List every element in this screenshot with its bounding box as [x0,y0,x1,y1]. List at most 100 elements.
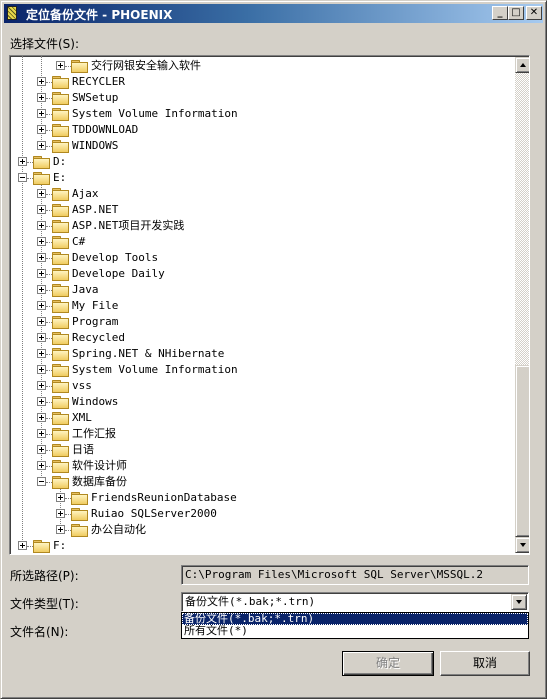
selected-path-label: 所选路径(P): [10,569,79,583]
tree-item-label: System Volume Information [72,107,238,120]
expand-icon[interactable] [37,301,46,310]
minimize-button[interactable]: _ [492,6,508,20]
expand-icon[interactable] [56,493,65,502]
folder-icon [33,172,50,185]
tree-item[interactable]: D: [10,154,510,170]
folder-icon [52,92,69,105]
vertical-scrollbar[interactable] [515,57,529,553]
tree-item[interactable]: Develope Daily [10,266,510,282]
expand-icon[interactable] [37,253,46,262]
expand-icon[interactable] [37,381,46,390]
tree-item[interactable]: Java [10,282,510,298]
tree-item[interactable]: Ruiao SQLServer2000 [10,506,510,522]
expand-icon[interactable] [56,525,65,534]
tree-item[interactable]: 工作汇报 [10,426,510,442]
expand-icon[interactable] [37,461,46,470]
tree-item[interactable]: WINDOWS [10,138,510,154]
expand-icon[interactable] [37,125,46,134]
file-tree[interactable]: 交行网银安全输入软件 RECYCLER SWSetup System Volume I… [9,55,530,555]
cancel-button[interactable]: 取消 [440,651,530,676]
scroll-up-button[interactable] [515,57,529,73]
tree-item[interactable]: 数据库备份 [10,474,510,490]
expand-icon[interactable] [37,429,46,438]
folder-icon [52,380,69,393]
expand-icon[interactable] [37,221,46,230]
close-button[interactable]: ✕ [526,6,542,20]
tree-item-label: XML [72,411,92,424]
expand-icon[interactable] [37,205,46,214]
title-bar[interactable]: 定位备份文件 - PHOENIX _ □ ✕ [4,4,543,23]
tree-item[interactable]: E: [10,170,510,186]
tree-item[interactable]: vss [10,378,510,394]
expand-icon[interactable] [37,285,46,294]
select-file-label: 选择文件(S): [10,37,80,51]
tree-item-label: My File [72,299,119,312]
tree-item[interactable]: Develop Tools [10,250,510,266]
tree-item[interactable]: RECYCLER [10,74,510,90]
file-type-dropdown-list: 备份文件(*.bak;*.trn) 所有文件(*) [181,612,529,639]
tree-item-label: Ruiao SQLServer2000 [91,507,217,520]
tree-item[interactable]: My File [10,298,510,314]
tree-item-label: Windows [72,395,119,408]
tree-item[interactable]: 软件设计师 [10,458,510,474]
tree-item-label: Spring.NET & NHibernate [72,347,225,360]
tree-item[interactable]: FriendsReunionDatabase [10,490,510,506]
app-icon [7,6,17,20]
folder-icon [52,460,69,473]
expand-icon[interactable] [37,349,46,358]
arrow-down-icon [520,543,526,547]
tree-item-label: Develop Tools [72,251,159,264]
tree-item[interactable]: 办公自动化 [10,522,510,538]
file-type-combo[interactable]: 备份文件(*.bak;*.trn) [181,592,529,612]
tree-item[interactable]: ASP.NET [10,202,510,218]
collapse-icon[interactable] [18,173,27,182]
expand-icon[interactable] [56,61,65,70]
expand-icon[interactable] [37,269,46,278]
tree-item[interactable]: 交行网银安全输入软件 [10,58,510,74]
scroll-thumb[interactable] [515,364,529,537]
tree-item-label: F: [53,539,67,552]
tree-item-label: Develope Daily [72,267,165,280]
expand-icon[interactable] [37,141,46,150]
tree-item[interactable]: System Volume Information [10,106,510,122]
folder-icon [52,108,69,121]
ok-button[interactable]: 确定 [342,651,434,676]
collapse-icon[interactable] [37,477,46,486]
expand-icon[interactable] [37,93,46,102]
file-name-label: 文件名(N): [10,625,69,639]
expand-icon[interactable] [37,77,46,86]
maximize-button[interactable]: □ [508,6,524,20]
expand-icon[interactable] [37,445,46,454]
tree-item[interactable]: System Volume Information [10,362,510,378]
expand-icon[interactable] [37,397,46,406]
tree-item-label: ASP.NET项目开发实践 [72,219,185,232]
expand-icon[interactable] [18,157,27,166]
tree-item[interactable]: C# [10,234,510,250]
tree-item-label: 日语 [72,443,94,456]
expand-icon[interactable] [37,413,46,422]
expand-icon[interactable] [37,317,46,326]
expand-icon[interactable] [37,365,46,374]
tree-item[interactable]: F: [10,538,510,554]
tree-item[interactable]: ASP.NET项目开发实践 [10,218,510,234]
expand-icon[interactable] [37,189,46,198]
expand-icon[interactable] [56,509,65,518]
tree-item[interactable]: Windows [10,394,510,410]
tree-item[interactable]: TDDOWNLOAD [10,122,510,138]
file-type-option[interactable]: 所有文件(*) [182,625,528,637]
tree-item[interactable]: Recycled [10,330,510,346]
expand-icon[interactable] [18,541,27,550]
file-type-value: 备份文件(*.bak;*.trn) [185,595,316,608]
expand-icon[interactable] [37,109,46,118]
tree-item[interactable]: Spring.NET & NHibernate [10,346,510,362]
tree-item[interactable]: Program [10,314,510,330]
tree-item-label: 软件设计师 [72,459,127,472]
file-type-dropdown-button[interactable] [511,594,527,610]
expand-icon[interactable] [37,333,46,342]
expand-icon[interactable] [37,237,46,246]
tree-item[interactable]: Ajax [10,186,510,202]
tree-item[interactable]: XML [10,410,510,426]
tree-item[interactable]: 日语 [10,442,510,458]
scroll-down-button[interactable] [515,537,529,553]
tree-item[interactable]: SWSetup [10,90,510,106]
